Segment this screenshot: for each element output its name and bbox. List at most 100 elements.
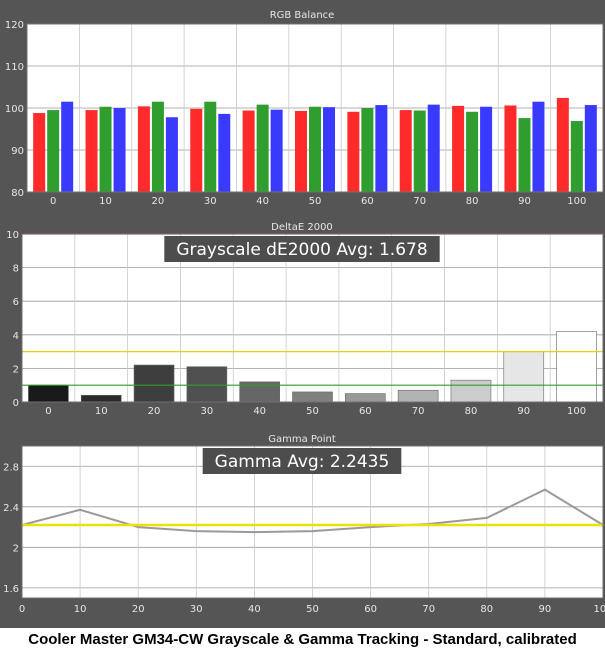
bar (345, 393, 386, 403)
bar (186, 366, 228, 403)
y-tick-label: 2 (13, 364, 19, 375)
x-tick-label: 90 (518, 196, 531, 207)
bar (190, 108, 203, 192)
figure-caption: Cooler Master GM34-CW Grayscale & Gamma … (0, 628, 605, 652)
x-tick-label: 70 (412, 406, 425, 417)
x-tick-label: 20 (132, 604, 145, 615)
bar (33, 113, 46, 192)
y-tick-label: 2.8 (3, 462, 19, 473)
bar (452, 105, 465, 192)
bar (137, 106, 150, 192)
x-tick-label: 10 (95, 406, 108, 417)
x-tick-label: 100 (593, 604, 605, 615)
x-tick-label: 90 (539, 604, 552, 615)
bar (450, 379, 492, 403)
gamma-point (195, 530, 198, 533)
bar (295, 110, 307, 192)
bar (397, 389, 439, 403)
x-tick-label: 0 (45, 406, 51, 417)
bar (518, 118, 531, 192)
bar (80, 394, 122, 403)
x-tick-label: 100 (567, 406, 586, 417)
bar (413, 110, 426, 192)
bar (504, 105, 517, 192)
bar (323, 107, 335, 192)
bar (556, 331, 597, 403)
bar (218, 113, 231, 192)
y-tick-label: 2 (13, 543, 19, 554)
x-tick-label: 70 (422, 604, 435, 615)
x-tick-label: 60 (361, 196, 374, 207)
x-tick-label: 60 (364, 604, 377, 615)
x-tick-label: 30 (190, 604, 203, 615)
gamma-point (253, 531, 256, 534)
bar (256, 104, 269, 192)
average-annotation-text: Gamma Avg: 2.2435 (215, 452, 390, 472)
gamma-point (369, 526, 372, 529)
y-tick-label: 8 (13, 264, 19, 275)
y-tick-label: 0 (13, 398, 19, 409)
x-tick-label: 90 (517, 406, 530, 417)
bar (427, 104, 440, 192)
gamma-point (485, 516, 488, 519)
bar (309, 106, 321, 192)
bar (61, 101, 74, 192)
average-annotation: Gamma Avg: 2.2435 (202, 448, 402, 474)
bar (47, 110, 60, 192)
bar (242, 110, 255, 192)
chart-title: Gamma Point (268, 434, 336, 445)
gamma-point (79, 508, 82, 511)
x-tick-label: 0 (50, 196, 56, 207)
average-annotation: Grayscale dE2000 Avg: 1.678 (164, 236, 440, 262)
x-tick-label: 70 (413, 196, 426, 207)
y-tick-label: 90 (11, 146, 24, 157)
y-tick-label: 110 (5, 62, 24, 73)
rgb-balance-chart: RGB Balance 80 90 100 110 120 0 10 20 30 40 50 60 70 8… (5, 10, 604, 207)
x-tick-label: 40 (256, 196, 269, 207)
y-tick-label: 1.6 (3, 584, 19, 595)
bar (165, 117, 178, 192)
x-tick-label: 30 (200, 406, 213, 417)
y-tick-label: 6 (13, 297, 19, 308)
delta-e-chart: DeltaE 200002468100 10 20 30 40 50 60 70 80 90 100… (6, 222, 604, 417)
chart-title: RGB Balance (270, 10, 335, 21)
bar (503, 351, 545, 403)
gamma-point (137, 526, 140, 529)
bar (466, 111, 479, 192)
x-tick-label: 50 (306, 604, 319, 615)
bar (347, 111, 360, 192)
y-tick-label: 4 (13, 331, 19, 342)
x-tick-label: 80 (466, 196, 479, 207)
bar (133, 364, 175, 403)
bar (113, 108, 126, 192)
bar (85, 110, 98, 192)
bar (570, 121, 583, 192)
bar (480, 106, 493, 192)
gamma-point-chart: Gamma Point 1.6 2 2.4 2.8 0 10 20 30 40 50 60 70 80 90… (3, 434, 605, 615)
y-tick-label: 2.4 (3, 503, 19, 514)
x-tick-label: 30 (204, 196, 217, 207)
bar (28, 384, 69, 403)
average-annotation-text: Grayscale dE2000 Avg: 1.678 (176, 240, 427, 260)
x-tick-label: 50 (306, 406, 319, 417)
bar (399, 110, 412, 192)
bar (584, 105, 597, 192)
bar (292, 391, 333, 403)
x-tick-label: 10 (99, 196, 112, 207)
chart-title: DeltaE 2000 (271, 222, 333, 233)
x-tick-label: 40 (253, 406, 266, 417)
x-tick-label: 60 (359, 406, 372, 417)
bar (556, 97, 569, 192)
bar (532, 101, 545, 192)
x-tick-label: 100 (567, 196, 586, 207)
y-tick-label: 120 (5, 20, 24, 31)
bar (99, 106, 112, 192)
x-tick-label: 80 (465, 406, 478, 417)
x-tick-label: 20 (148, 406, 161, 417)
bar (361, 108, 374, 192)
bar (204, 101, 217, 192)
x-tick-label: 80 (480, 604, 493, 615)
y-tick-label: 80 (11, 188, 24, 199)
x-tick-label: 40 (248, 604, 261, 615)
gamma-point (543, 488, 546, 491)
